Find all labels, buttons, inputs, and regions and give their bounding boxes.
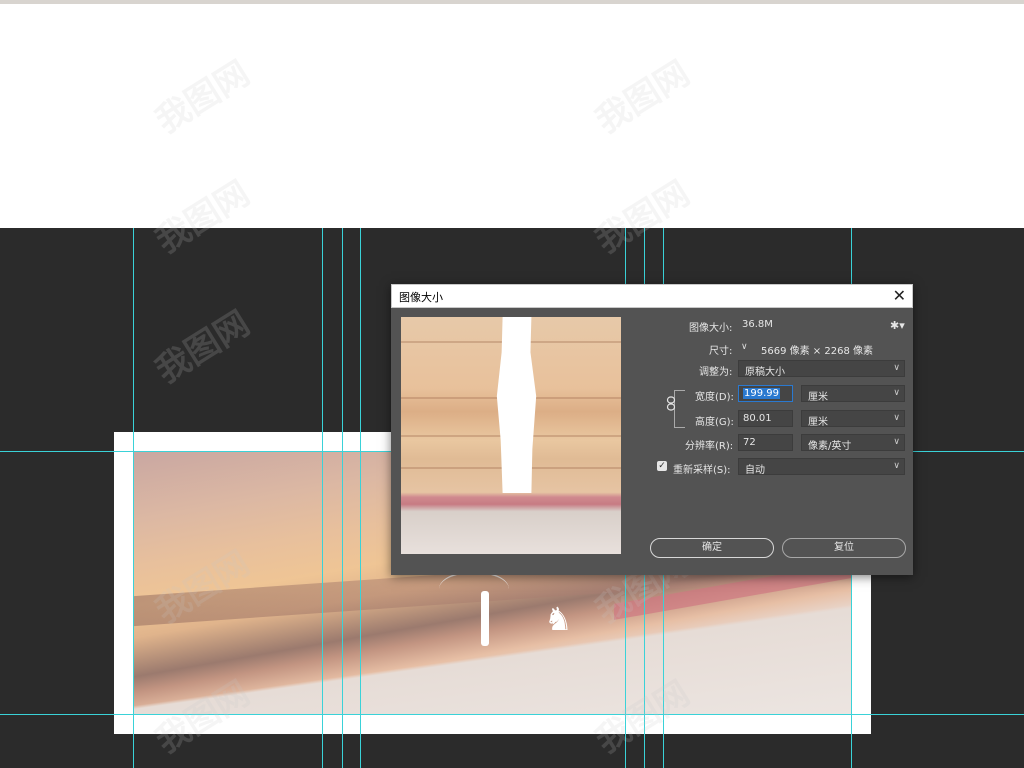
chevron-down-icon: ∨ [893,413,900,423]
chevron-down-icon: ∨ [893,437,900,447]
width-value: 199.99 [743,388,780,399]
deer-icon: ♞ [544,600,573,638]
fit-to-value: 原稿大小 [745,367,785,378]
resolution-label: 分辨率(R): [685,441,734,452]
image-size-label: 图像大小: [689,323,733,334]
chevron-down-icon: ∨ [893,388,900,398]
resolution-input[interactable]: 72 [738,434,793,451]
resolution-unit: 像素/英寸 [808,441,852,452]
reset-button[interactable]: 复位 [782,538,906,558]
chevron-down-icon[interactable]: ∨ [741,342,751,352]
width-unit-select[interactable]: 厘米 ∨ [801,385,905,403]
resample-label: 重新采样(S): [673,465,731,476]
dialog-title: 图像大小 [399,291,443,304]
chevron-down-icon: ∨ [893,461,900,471]
height-unit: 厘米 [808,417,828,428]
ok-button[interactable]: 确定 [650,538,774,558]
guide-vertical[interactable] [342,228,343,768]
chevron-down-icon: ∨ [893,363,900,373]
height-label: 高度(G): [695,417,734,428]
tree-trunk [481,591,489,646]
guide-vertical[interactable] [360,228,361,768]
height-value: 80.01 [743,413,772,424]
resample-select[interactable]: 自动 ∨ [738,458,905,476]
width-unit: 厘米 [808,392,828,403]
tree-branches [439,571,509,607]
close-icon[interactable]: ✕ [893,287,906,305]
fit-to-label: 调整为: [699,367,733,378]
guide-vertical[interactable] [133,228,134,768]
fit-to-select[interactable]: 原稿大小 ∨ [738,360,905,378]
link-icon[interactable] [666,391,676,417]
resample-checkbox[interactable]: ✓ [657,461,667,471]
resample-value: 自动 [745,465,765,476]
resolution-unit-select[interactable]: 像素/英寸 ∨ [801,434,905,452]
width-input[interactable]: 199.99 [738,385,793,402]
gear-icon[interactable]: ✱▾ [890,319,905,332]
dimensions-label: 尺寸: [709,346,733,357]
dimensions-value: 5669 像素 × 2268 像素 [761,346,873,357]
image-size-dialog: 图像大小 ✕ 图像大小: 36.8M ✱▾ 尺寸: ∨ 5669 像素 × 22… [391,284,913,575]
width-label: 宽度(D): [695,392,734,403]
dialog-titlebar[interactable]: 图像大小 ✕ [391,284,913,308]
guide-vertical[interactable] [322,228,323,768]
image-size-value: 36.8M [742,319,773,330]
resolution-value: 72 [743,437,756,448]
image-preview[interactable] [401,317,621,554]
height-input[interactable]: 80.01 [738,410,793,427]
height-unit-select[interactable]: 厘米 ∨ [801,410,905,428]
